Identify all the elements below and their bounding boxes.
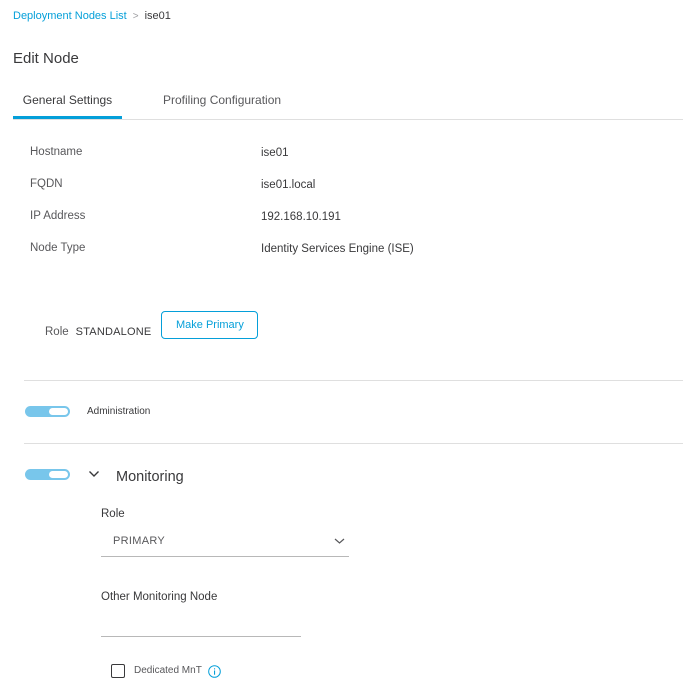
chevron-down-icon xyxy=(334,538,345,544)
ip-address-label: IP Address xyxy=(30,210,86,222)
role-value: STANDALONE xyxy=(75,326,152,338)
other-monitoring-node-input[interactable] xyxy=(101,612,301,637)
monitoring-role-value: PRIMARY xyxy=(113,535,166,547)
toggle-knob-icon xyxy=(48,470,69,479)
breadcrumb-separator-icon: > xyxy=(132,10,139,22)
breadcrumb: Deployment Nodes List > ise01 xyxy=(13,10,171,22)
fqdn-label: FQDN xyxy=(30,178,63,190)
hostname-label: Hostname xyxy=(30,146,83,158)
breadcrumb-deployment-nodes-list-link[interactable]: Deployment Nodes List xyxy=(13,10,127,22)
fqdn-value: ise01.local xyxy=(261,179,316,191)
other-monitoring-node-label: Other Monitoring Node xyxy=(101,591,218,603)
administration-toggle[interactable] xyxy=(25,406,70,417)
monitoring-title: Monitoring xyxy=(116,469,184,485)
monitoring-role-label: Role xyxy=(101,508,125,520)
divider xyxy=(24,380,683,381)
tab-general-settings[interactable]: General Settings xyxy=(13,93,122,119)
role-label: Role xyxy=(45,326,69,338)
chevron-down-icon[interactable] xyxy=(88,469,100,479)
tab-profiling-configuration[interactable]: Profiling Configuration xyxy=(163,93,281,107)
ip-address-value: 192.168.10.191 xyxy=(261,211,341,223)
info-icon[interactable] xyxy=(208,665,221,678)
administration-label: Administration xyxy=(87,406,151,417)
monitoring-toggle[interactable] xyxy=(25,469,70,480)
breadcrumb-current: ise01 xyxy=(144,10,171,22)
role-row: Role STANDALONE Make Primary xyxy=(45,311,259,339)
divider xyxy=(24,443,683,444)
dedicated-mnt-checkbox[interactable] xyxy=(111,664,125,678)
node-type-value: Identity Services Engine (ISE) xyxy=(261,243,414,255)
make-primary-button[interactable]: Make Primary xyxy=(161,311,259,339)
page-title: Edit Node xyxy=(13,50,79,67)
monitoring-role-select[interactable]: PRIMARY xyxy=(101,529,349,557)
node-type-label: Node Type xyxy=(30,242,86,254)
dedicated-mnt-label: Dedicated MnT xyxy=(134,665,202,676)
tab-bar: General Settings Profiling Configuration xyxy=(13,88,683,120)
toggle-knob-icon xyxy=(48,407,69,416)
hostname-value: ise01 xyxy=(261,147,289,159)
